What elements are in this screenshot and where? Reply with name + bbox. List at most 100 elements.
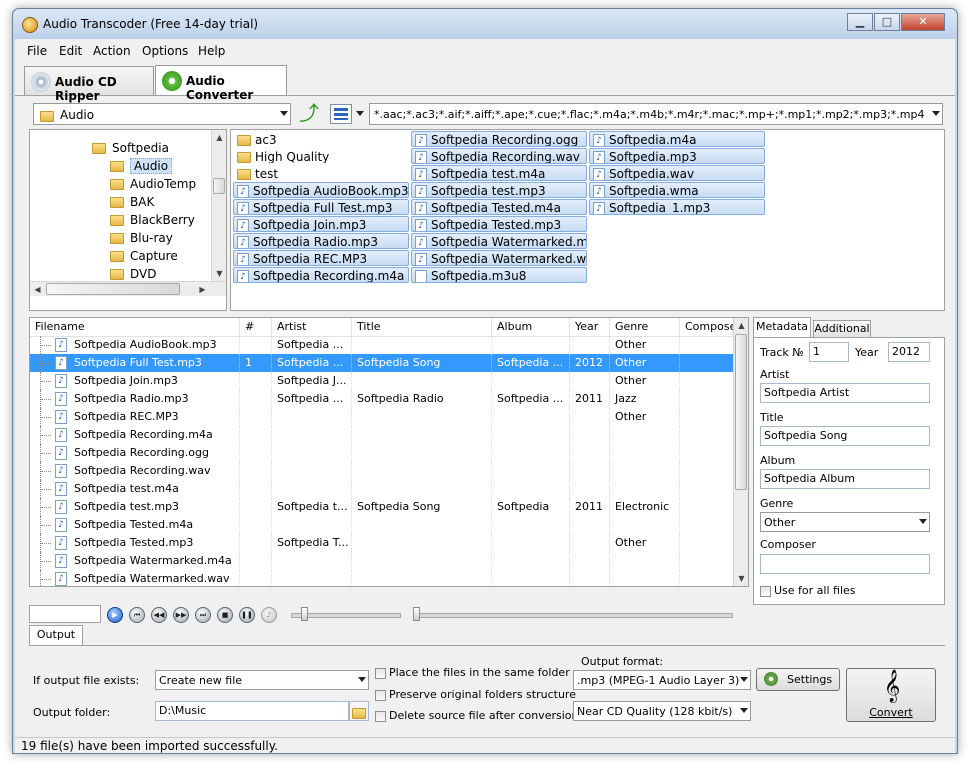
col-album[interactable]: Album [492,318,570,336]
track-input[interactable]: 1 [809,342,849,362]
pause-icon[interactable]: ❚❚ [239,607,255,623]
preserve-structure-checkbox[interactable]: Preserve original folders structure [375,688,576,701]
file-browser-item[interactable]: ♪ Softpedia.m4a [589,131,765,147]
table-row[interactable]: ♪ Softpedia Radio.mp3 Softpedia ... Softped… [30,390,735,408]
next-track-icon[interactable]: ⏭ [195,607,211,623]
view-mode-icon[interactable] [330,104,352,124]
minimize-button[interactable]: ▁ [847,13,873,31]
file-browser-item[interactable]: ♪ Softpedia Watermarked.m4a [411,233,587,249]
close-button[interactable]: ✕ [901,13,945,31]
file-browser-item[interactable]: ♪ Softpedia_1.mp3 [589,199,765,215]
menu-action[interactable]: Action [93,44,131,58]
tree-item-blackberry[interactable]: BlackBerry [110,211,195,229]
menu-edit[interactable]: Edit [59,44,82,58]
file-browser-item[interactable]: test [233,165,409,181]
previous-track-icon[interactable]: ⏮ [129,607,145,623]
file-browser-item[interactable]: ♪ Softpedia Radio.mp3 [233,233,409,249]
scroll-up-icon[interactable]: ▲ [212,130,226,145]
composer-input[interactable] [760,554,930,574]
genre-select[interactable]: Other [760,512,930,532]
tab-audio-cd-ripper[interactable]: Audio CD Ripper [24,66,154,103]
tab-metadata[interactable]: Metadata [753,317,811,337]
volume-icon[interactable]: ♪ [261,607,277,623]
file-browser-item[interactable]: ♪ Softpedia Join.mp3 [233,216,409,232]
table-row[interactable]: ♪ Softpedia AudioBook.mp3 Softpedia ... Oth… [30,336,735,354]
browse-folder-button[interactable] [349,701,369,721]
file-filter-combo[interactable]: *.aac;*.ac3;*.aif;*.aiff;*.ape;*.cue;*.f… [369,103,943,125]
delete-source-checkbox[interactable]: Delete source file after conversion [375,709,578,722]
table-row[interactable]: ♪ Softpedia test.m4a [30,480,735,498]
same-folder-checkbox[interactable]: Place the files in the same folder [375,666,570,679]
stop-icon[interactable]: ■ [217,607,233,623]
col-title[interactable]: Title [352,318,492,336]
table-row[interactable]: ♪ Softpedia Tested.mp3 Softpedia T... Other [30,534,735,552]
file-browser-item[interactable]: ♪ Softpedia Recording.m4a [233,267,409,283]
scroll-up-icon[interactable]: ▲ [734,318,748,333]
table-row[interactable]: ♪ Softpedia REC.MP3 Other [30,408,735,426]
title-input[interactable]: Softpedia Song [760,426,930,446]
folder-path-combo[interactable]: Audio [33,103,291,125]
output-folder-input[interactable]: D:\Music [155,701,349,721]
file-browser-item[interactable]: ♪ Softpedia Watermarked.wav [411,250,587,266]
menu-options[interactable]: Options [142,44,188,58]
file-browser-item[interactable]: Softpedia.m3u8 [411,267,587,283]
tree-item-audio[interactable]: Audio [110,157,173,175]
menu-help[interactable]: Help [198,44,225,58]
file-browser-item[interactable]: ♪ Softpedia REC.MP3 [233,250,409,266]
scroll-right-icon[interactable]: ▶ [195,282,210,297]
tree-item-capture[interactable]: Capture [110,247,178,265]
file-browser-item[interactable]: ♪ Softpedia test.m4a [411,165,587,181]
seek-slider-handle[interactable] [413,607,420,621]
table-row[interactable]: ♪ Softpedia Watermarked.m4a [30,552,735,570]
tab-audio-converter[interactable]: Audio Converter [155,65,287,102]
file-browser-item[interactable]: ♪ Softpedia.wav [589,165,765,181]
table-row[interactable]: ♪ Softpedia Recording.m4a [30,426,735,444]
table-row[interactable]: ♪ Softpedia test.mp3 Softpedia t... Softped… [30,498,735,516]
col-artist[interactable]: Artist [272,318,352,336]
tree-vertical-scrollbar[interactable]: ▲ ▼ [211,130,226,281]
file-browser-item[interactable]: ♪ Softpedia AudioBook.mp3 [233,182,409,198]
folder-up-icon[interactable]: ⤴ [298,101,320,125]
rewind-icon[interactable]: ◀◀ [151,607,167,623]
col-year[interactable]: Year [570,318,610,336]
table-row[interactable]: ♪ Softpedia Tested.m4a [30,516,735,534]
file-browser-item[interactable]: ♪ Softpedia Tested.mp3 [411,216,587,232]
fast-forward-icon[interactable]: ▶▶ [173,607,189,623]
tree-item-bak[interactable]: BAK [110,193,154,211]
file-browser-item[interactable]: ac3 [233,131,409,147]
file-browser-item[interactable]: ♪ Softpedia test.mp3 [411,182,587,198]
scroll-thumb[interactable] [213,178,225,194]
quality-select[interactable]: Near CD Quality (128 kbit/s) [573,701,751,721]
maximize-button[interactable]: □ [874,13,900,31]
table-row[interactable]: ♪ Softpedia Watermarked.wav [30,570,735,586]
table-row[interactable]: ♪ Softpedia Full Test.mp3 1 Softpedia ... So… [30,354,735,372]
col-filename[interactable]: Filename [30,318,240,336]
tab-output[interactable]: Output [29,625,83,645]
col-composer[interactable]: Composer [680,318,738,336]
scroll-thumb[interactable] [735,334,747,490]
file-browser-item[interactable]: ♪ Softpedia.mp3 [589,148,765,164]
table-row[interactable]: ♪ Softpedia Recording.wav [30,462,735,480]
use-for-all-checkbox[interactable]: Use for all files [760,584,856,597]
year-input[interactable]: 2012 [888,342,930,362]
menu-file[interactable]: File [27,44,47,58]
col-genre[interactable]: Genre [610,318,680,336]
tree-item-bluray[interactable]: Blu-ray [110,229,173,247]
scroll-thumb[interactable] [46,283,180,295]
settings-button[interactable]: Settings [756,668,840,691]
scroll-down-icon[interactable]: ▼ [212,266,226,281]
file-browser-item[interactable]: ♪ Softpedia Tested.m4a [411,199,587,215]
volume-slider-handle[interactable] [301,607,308,621]
if-exists-select[interactable]: Create new file [155,670,369,690]
file-browser-item[interactable]: High Quality [233,148,409,164]
album-input[interactable]: Softpedia Album [760,469,930,489]
play-icon[interactable]: ▶ [107,607,123,623]
artist-input[interactable]: Softpedia Artist [760,383,930,403]
table-row[interactable]: ♪ Softpedia Join.mp3 Softpedia J... Other [30,372,735,390]
file-browser-item[interactable]: ♪ Softpedia Recording.ogg [411,131,587,147]
tree-item-softpedia[interactable]: Softpedia [92,139,169,157]
file-browser-item[interactable]: ♪ Softpedia.wma [589,182,765,198]
col-number[interactable]: # [240,318,272,336]
tree-horizontal-scrollbar[interactable]: ◀ ▶ [30,281,226,296]
scroll-left-icon[interactable]: ◀ [30,282,45,297]
